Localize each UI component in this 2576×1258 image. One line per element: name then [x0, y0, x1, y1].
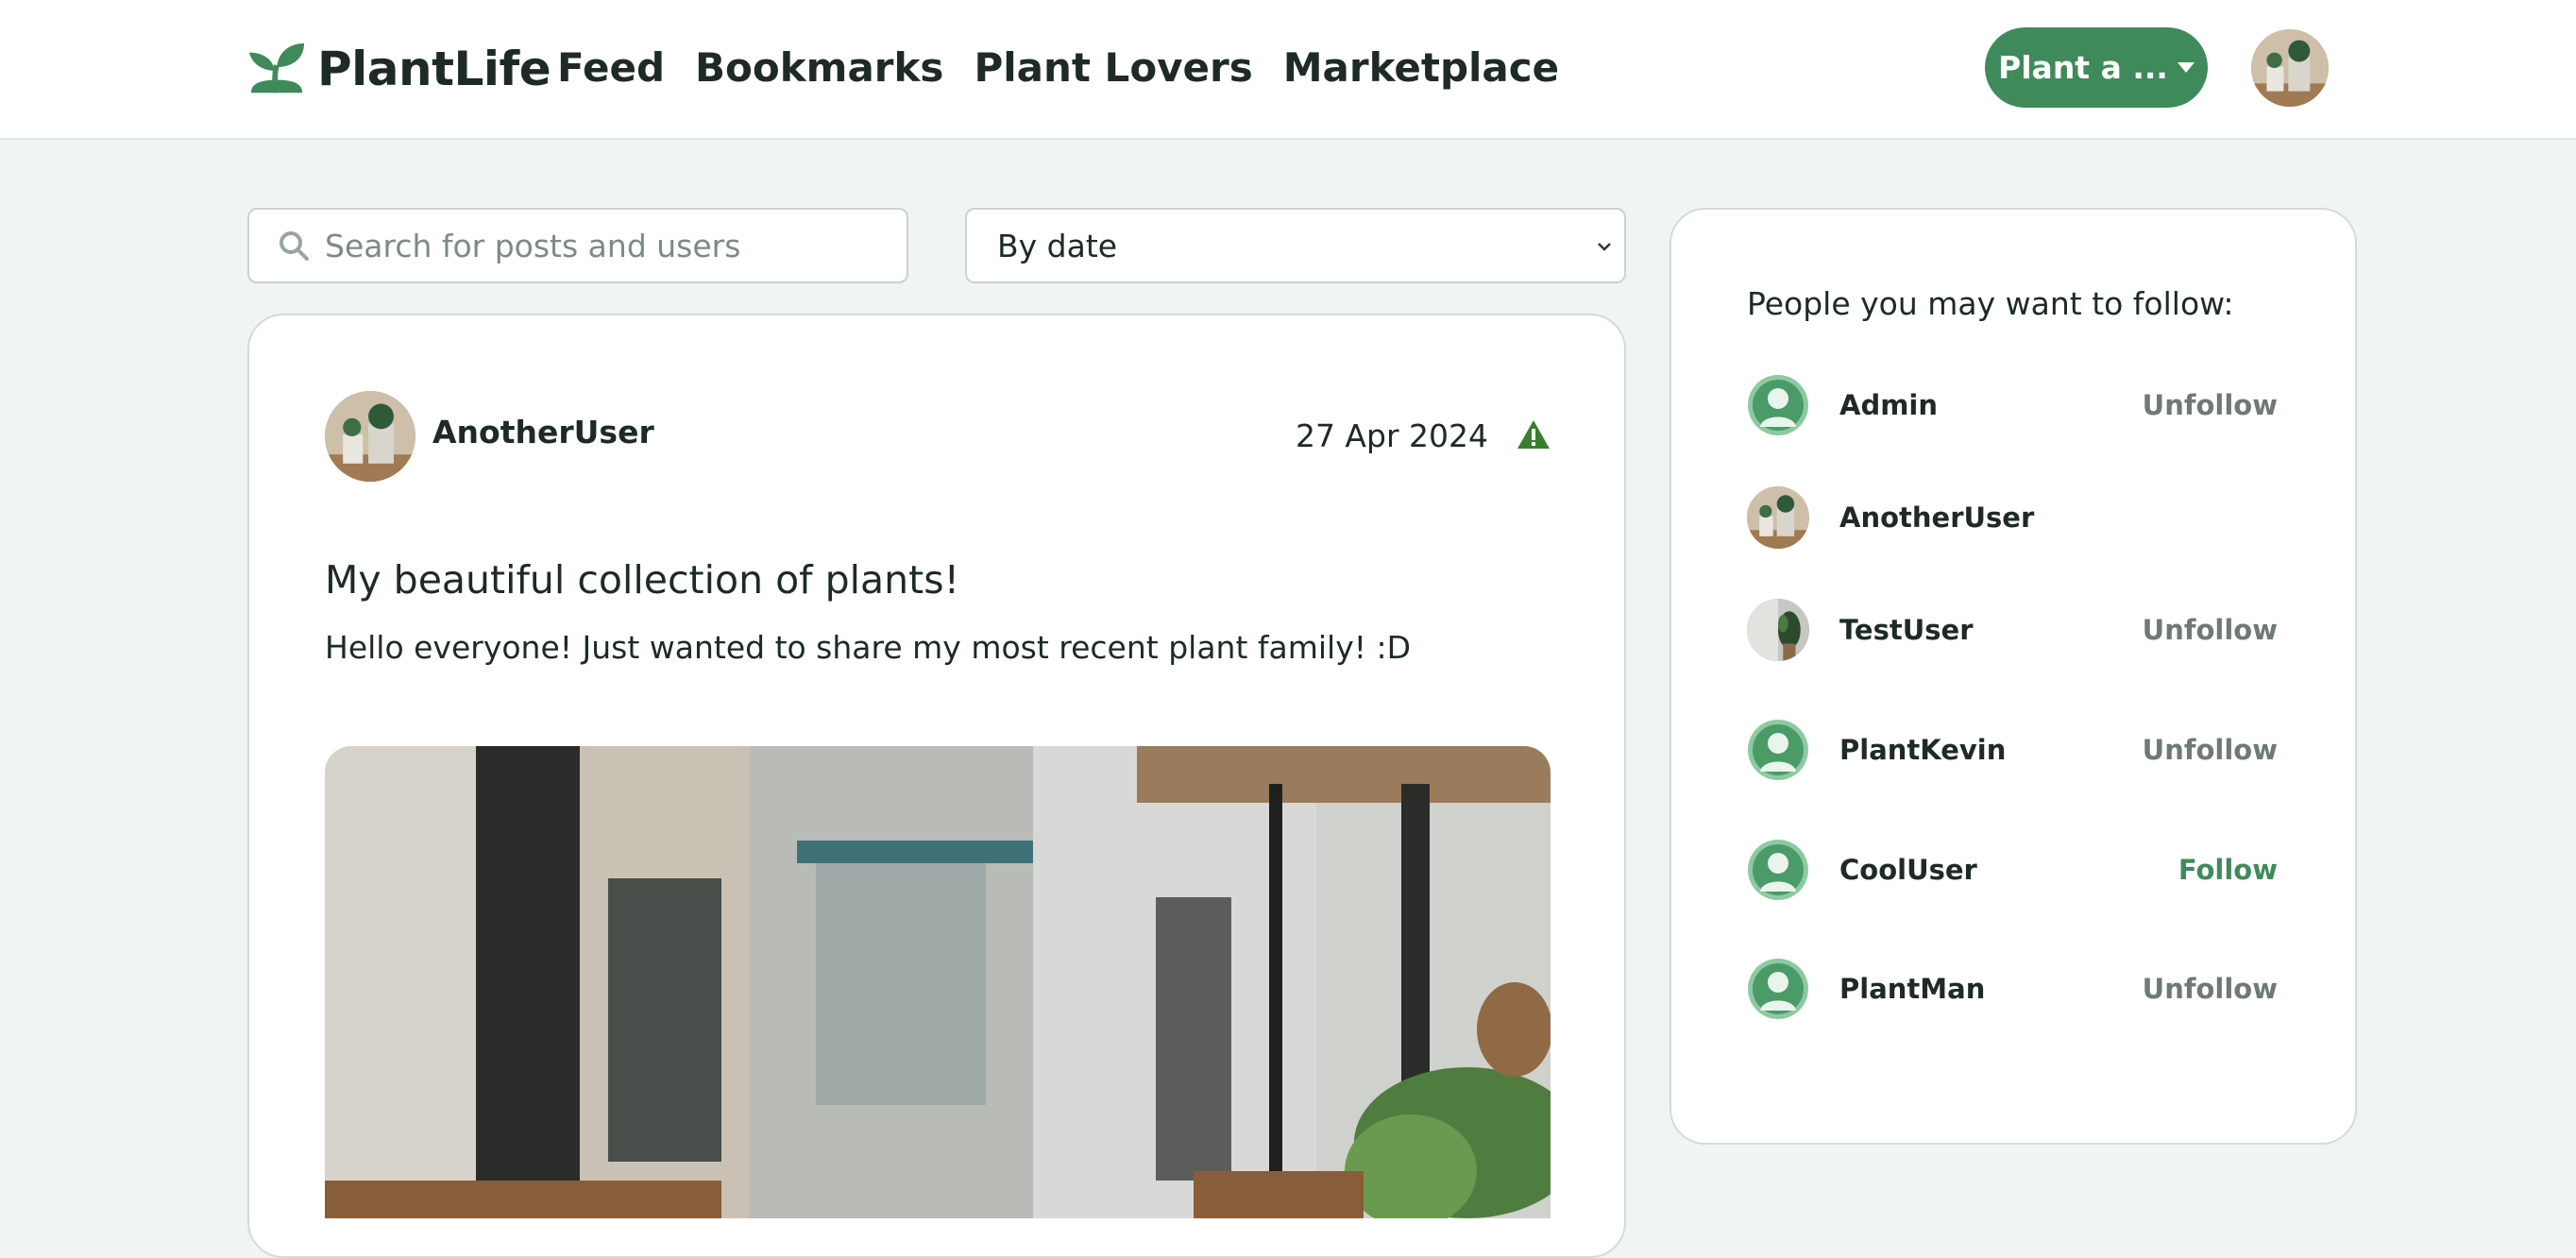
sort-select[interactable]: By date	[965, 208, 1626, 283]
follow-button[interactable]: Follow	[2178, 854, 2278, 886]
sprout-icon	[248, 42, 305, 94]
person-avatar[interactable]	[1747, 599, 1809, 661]
follow-panel-title: People you may want to follow:	[1747, 285, 2234, 322]
plant-dropdown-button[interactable]: Plant a ...	[1985, 27, 2208, 108]
person-name[interactable]: AnotherUser	[1839, 502, 2278, 534]
nav-link-plant-lovers[interactable]: Plant Lovers	[974, 42, 1252, 94]
user-avatar[interactable]	[2251, 29, 2329, 107]
post-body: Hello everyone! Just wanted to share my …	[325, 629, 1411, 666]
follow-suggestions-card: People you may want to follow: Admin Unf…	[1669, 208, 2357, 1145]
post-image	[325, 746, 1551, 1218]
nav-link-bookmarks[interactable]: Bookmarks	[695, 42, 943, 94]
list-item: CoolUser Follow	[1747, 839, 2278, 901]
search-box	[247, 208, 908, 283]
list-item: AnotherUser	[1747, 486, 2278, 549]
nav-link-marketplace[interactable]: Marketplace	[1283, 42, 1559, 94]
plant-button-label: Plant a ...	[1998, 49, 2168, 86]
post-author-name[interactable]: AnotherUser	[432, 414, 654, 450]
nav-links: Feed Bookmarks Plant Lovers Marketplace	[557, 42, 1589, 94]
default-avatar-icon[interactable]	[1747, 958, 1809, 1020]
list-item: Admin Unfollow	[1747, 374, 2278, 436]
report-warning-icon[interactable]	[1517, 419, 1551, 450]
brand-name: PlantLife	[317, 42, 551, 96]
default-avatar-icon[interactable]	[1747, 839, 1809, 901]
person-name[interactable]: PlantMan	[1839, 973, 2143, 1005]
unfollow-button[interactable]: Unfollow	[2143, 734, 2278, 766]
person-name[interactable]: CoolUser	[1839, 854, 2178, 886]
plant-photo-icon	[2251, 29, 2329, 107]
nav-link-feed[interactable]: Feed	[557, 42, 665, 94]
person-name[interactable]: PlantKevin	[1839, 734, 2143, 766]
post-author-avatar[interactable]	[325, 391, 415, 482]
post-card: AnotherUser 27 Apr 2024 My beautiful col…	[247, 314, 1626, 1258]
post-date: 27 Apr 2024	[1295, 417, 1488, 454]
search-icon	[280, 231, 309, 261]
post-title: My beautiful collection of plants!	[325, 557, 960, 603]
person-avatar[interactable]	[1747, 486, 1809, 549]
unfollow-button[interactable]: Unfollow	[2143, 973, 2278, 1005]
caret-down-icon	[2177, 62, 2195, 73]
chevron-down-icon	[1598, 243, 1611, 251]
plant-photo-icon	[1747, 599, 1809, 661]
list-item: PlantKevin Unfollow	[1747, 719, 2278, 781]
default-avatar-icon[interactable]	[1747, 374, 1809, 436]
person-name[interactable]: Admin	[1839, 389, 2143, 421]
sort-selected-value: By date	[997, 227, 1118, 264]
brand-logo[interactable]: PlantLife	[247, 38, 551, 100]
search-input[interactable]	[323, 226, 893, 265]
default-avatar-icon[interactable]	[1747, 719, 1809, 781]
plant-scene-photo	[325, 746, 1551, 1218]
plant-photo-icon	[1747, 486, 1809, 549]
unfollow-button[interactable]: Unfollow	[2143, 389, 2278, 421]
top-navbar: PlantLife Feed Bookmarks Plant Lovers Ma…	[0, 0, 2576, 140]
unfollow-button[interactable]: Unfollow	[2143, 614, 2278, 646]
list-item: TestUser Unfollow	[1747, 599, 2278, 661]
person-name[interactable]: TestUser	[1839, 614, 2143, 646]
plant-photo-icon	[325, 391, 415, 482]
list-item: PlantMan Unfollow	[1747, 958, 2278, 1020]
